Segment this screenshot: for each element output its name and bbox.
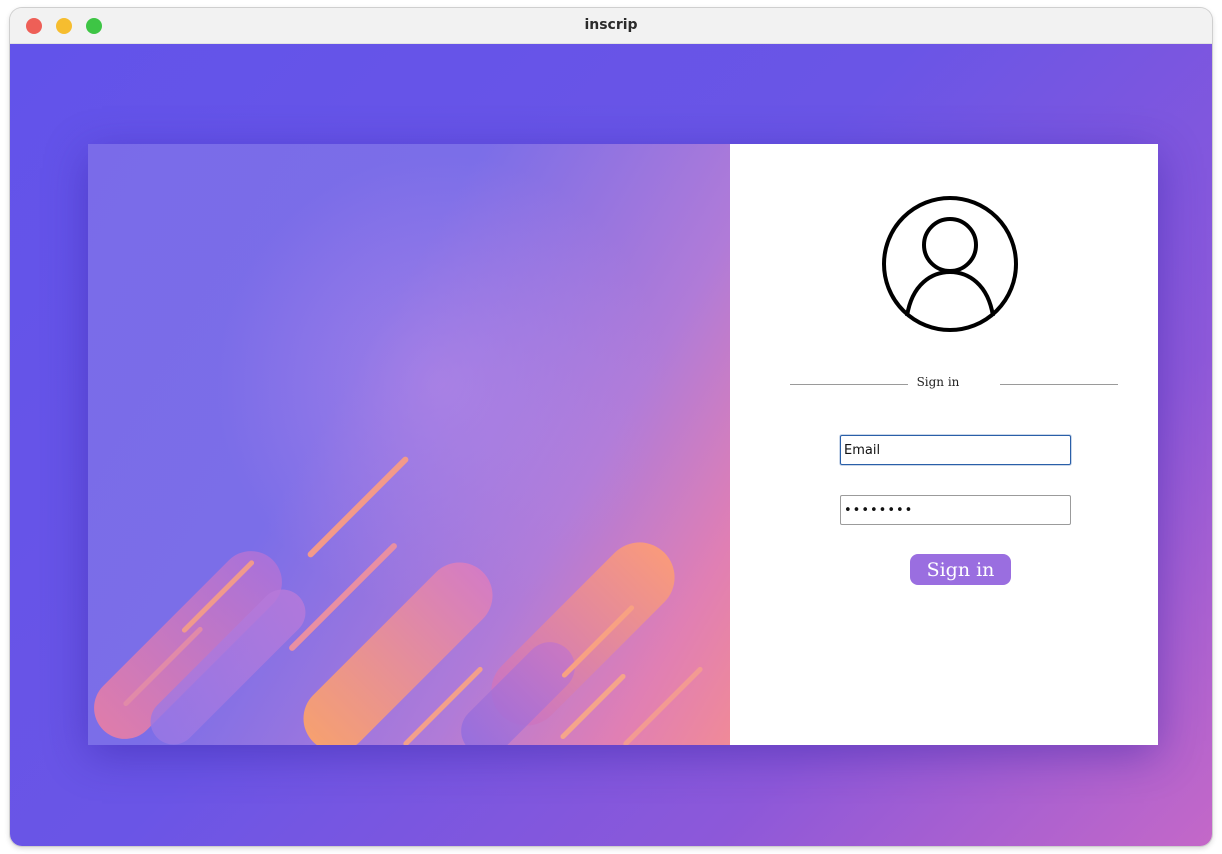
app-background: Sign in Sign in: [10, 44, 1212, 846]
decor-line: [622, 665, 704, 745]
app-window: inscrip Sign in Email •••••••• Sign in: [10, 8, 1212, 846]
divider-right: [1000, 384, 1118, 385]
user-circle-icon: [882, 196, 1018, 332]
password-field[interactable]: [840, 495, 1071, 525]
signin-heading: Sign in: [916, 375, 960, 389]
hero-illustration: [88, 144, 730, 745]
window-title: inscrip: [584, 17, 638, 33]
login-card: Sign in Sign in: [88, 144, 1158, 745]
title-bar: inscrip: [10, 8, 1212, 44]
login-panel: Sign in Sign in: [730, 144, 1158, 745]
sign-in-button[interactable]: Sign in: [910, 554, 1011, 585]
divider-left: [790, 384, 908, 385]
email-field[interactable]: [840, 435, 1071, 465]
